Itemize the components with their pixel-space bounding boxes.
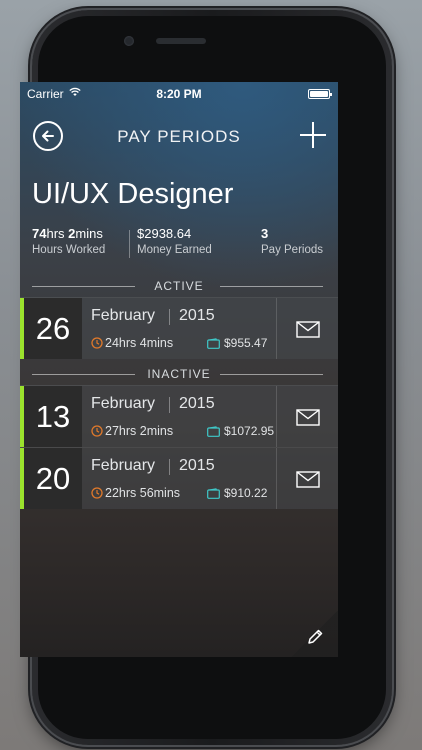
period-hours: 22hrs 56mins (91, 486, 180, 500)
section-header-inactive: INACTIVE (20, 364, 338, 384)
pay-periods-label: Pay Periods (261, 244, 324, 256)
period-month: February (91, 457, 156, 474)
nav-bar: PAY PERIODS (20, 110, 338, 156)
section-label-active: ACTIVE (154, 279, 204, 293)
period-year: 2015 (179, 395, 215, 412)
period-day: 13 (24, 386, 82, 447)
period-hours: 24hrs 4mins (91, 336, 173, 350)
period-money: $910.22 (207, 486, 267, 500)
money-earned-stat: $2938.64 Money Earned (137, 226, 212, 256)
clock-icon (91, 337, 103, 349)
mail-icon (296, 321, 320, 338)
money-earned-label: Money Earned (137, 244, 212, 256)
section-header-active: ACTIVE (20, 276, 338, 296)
job-title: UI/UX Designer (32, 178, 234, 210)
mail-icon (296, 471, 320, 488)
battery-icon (308, 89, 332, 99)
page-title: PAY PERIODS (117, 127, 241, 146)
wallet-icon (207, 338, 220, 349)
pencil-icon (308, 629, 323, 644)
stat-divider (129, 230, 130, 258)
hours-worked-label: Hours Worked (32, 244, 106, 256)
period-hours: 27hrs 2mins (91, 424, 173, 438)
period-money: $955.47 (207, 336, 267, 350)
period-day: 26 (24, 298, 82, 359)
email-period-button[interactable] (276, 448, 338, 509)
plus-icon (300, 122, 326, 148)
add-button[interactable] (298, 120, 328, 150)
clock-icon (91, 425, 103, 437)
period-month: February (91, 307, 156, 324)
period-year: 2015 (179, 457, 215, 474)
wallet-icon (207, 488, 220, 499)
mail-icon (296, 409, 320, 426)
hours-worked-stat: 74hrs 2mins Hours Worked (32, 226, 105, 256)
wallet-icon (207, 426, 220, 437)
edit-button[interactable] (290, 611, 338, 657)
email-period-button[interactable] (276, 298, 338, 359)
app-screen: Carrier 8:20 PM PAY PERIODS UI/UX Design… (20, 82, 338, 657)
speaker-grille (156, 38, 206, 44)
period-money: $1072.95 (207, 424, 274, 438)
email-period-button[interactable] (276, 386, 338, 447)
pay-period-row[interactable]: 13 February 2015 27hrs 2mins $1072.95 (20, 385, 338, 447)
date-divider (169, 459, 170, 475)
job-stats: 74hrs 2mins Hours Worked $2938.64 Money … (32, 226, 332, 262)
section-label-inactive: INACTIVE (147, 367, 211, 381)
status-time: 8:20 PM (156, 87, 202, 101)
period-year: 2015 (179, 307, 215, 324)
period-month: February (91, 395, 156, 412)
date-divider (169, 397, 170, 413)
clock-icon (91, 487, 103, 499)
pay-periods-value: 3 (261, 226, 269, 241)
pay-period-row[interactable]: 20 February 2015 22hrs 56mins $910.22 (20, 447, 338, 509)
hours-worked-value: 74hrs 2mins (32, 226, 103, 241)
pay-periods-stat: 3 Pay Periods (261, 226, 323, 256)
camera-icon (124, 36, 134, 46)
pay-period-row[interactable]: 26 February 2015 24hrs 4mins $955.47 (20, 297, 338, 359)
date-divider (169, 309, 170, 325)
status-bar: Carrier 8:20 PM (20, 82, 338, 104)
money-earned-value: $2938.64 (137, 226, 192, 241)
period-day: 20 (24, 448, 82, 509)
